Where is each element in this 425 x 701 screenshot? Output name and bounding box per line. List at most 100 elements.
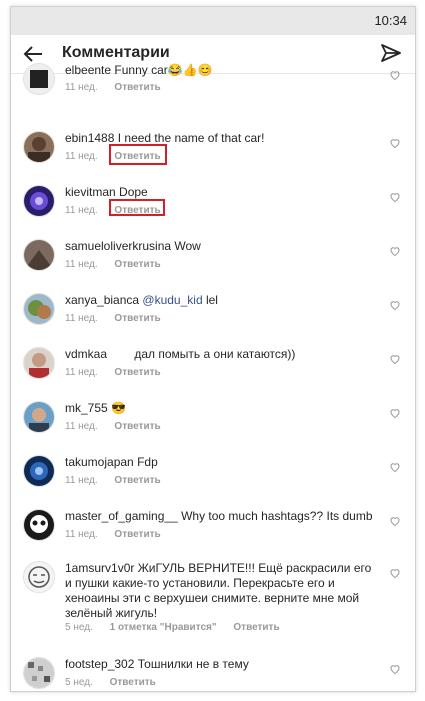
heart-icon[interactable] (389, 515, 401, 527)
heart-icon[interactable] (389, 407, 401, 419)
status-time: 10:34 (374, 13, 407, 28)
reply-button[interactable]: Ответить (114, 367, 160, 378)
avatar[interactable] (23, 63, 55, 95)
comment-meta: 11 нед. Ответить (65, 529, 175, 540)
heart-icon[interactable] (389, 663, 401, 675)
comment-age: 11 нед. (65, 259, 98, 270)
comment-body: Why too much hashtags?? Its dumb (181, 509, 373, 523)
heart-icon[interactable] (389, 353, 401, 365)
heart-icon[interactable] (389, 245, 401, 257)
avatar[interactable] (23, 131, 55, 163)
status-bar: 10:34 (11, 7, 415, 35)
avatar[interactable] (23, 561, 55, 593)
comment-text: 1amsurv1v0r ЖиГУЛЬ ВЕРНИТЕ!!! Ещё раскра… (65, 561, 375, 621)
reply-button[interactable]: Ответить (110, 677, 156, 688)
comment-age: 11 нед. (65, 205, 98, 216)
comment-text: xanya_bianca @kudu_kid lel (65, 293, 375, 308)
comment-item: master_of_gaming__ Why too much hashtags… (11, 501, 415, 555)
username[interactable]: master_of_gaming__ (65, 509, 178, 523)
reply-button[interactable]: Ответить (233, 622, 279, 633)
comment-age: 11 нед. (65, 421, 98, 432)
highlight-box (109, 199, 165, 216)
send-icon[interactable] (379, 41, 403, 65)
username[interactable]: mk_755 (65, 401, 108, 415)
heart-icon[interactable] (389, 69, 401, 81)
comment-meta: 5 нед. Ответить (65, 677, 170, 688)
comment-age: 11 нед. (65, 151, 98, 162)
comment-text: takumojapan Fdp (65, 455, 375, 470)
comment-meta: 11 нед. Ответить (65, 259, 175, 270)
avatar[interactable] (23, 347, 55, 379)
comment-body: Fdp (137, 455, 158, 469)
username[interactable]: ebin1488 (65, 131, 114, 145)
avatar[interactable] (23, 185, 55, 217)
highlight-box (109, 144, 167, 165)
page-title: Комментарии (62, 44, 170, 61)
username[interactable]: xanya_bianca (65, 293, 139, 307)
username[interactable]: takumojapan (65, 455, 134, 469)
comment-body: дал помыть а они катаются)) (134, 347, 296, 361)
likes-count[interactable]: 1 отметка "Нравится" (110, 622, 217, 633)
username[interactable]: elbeente (65, 63, 111, 77)
avatar[interactable] (23, 509, 55, 541)
reply-button[interactable]: Ответить (114, 421, 160, 432)
comment-text: master_of_gaming__ Why too much hashtags… (65, 509, 375, 524)
comment-body: I need the name of that car! (117, 131, 265, 145)
comment-age: 11 нед. (65, 529, 98, 540)
reply-button[interactable]: Ответить (114, 529, 160, 540)
comment-meta: 11 нед. Ответить (65, 367, 175, 378)
username[interactable]: footstep_302 (65, 657, 134, 671)
comment-text: footstep_302 Тошнилки не в тему (65, 657, 375, 672)
heart-icon[interactable] (389, 191, 401, 203)
comment-text: elbeente Funny car😂👍😊 (65, 63, 375, 78)
comment-item: xanya_bianca @kudu_kid lel 11 нед. Ответ… (11, 285, 415, 339)
avatar[interactable] (23, 455, 55, 487)
heart-icon[interactable] (389, 137, 401, 149)
comment-item: elbeente Funny car😂👍😊 11 нед. Ответить (11, 63, 415, 117)
comment-body: Dope (119, 185, 148, 199)
avatar[interactable] (23, 239, 55, 271)
username[interactable]: 1amsurv1v0r (65, 561, 134, 575)
comment-text: samueloliverkrusina Wow (65, 239, 375, 254)
comment-item: kievitman Dope 11 нед. Ответить (11, 177, 415, 231)
reply-button[interactable]: Ответить (114, 259, 160, 270)
avatar[interactable] (23, 293, 55, 325)
heart-icon[interactable] (389, 461, 401, 473)
heart-icon[interactable] (389, 299, 401, 311)
comment-item: samueloliverkrusina Wow 11 нед. Ответить (11, 231, 415, 285)
heart-icon[interactable] (389, 567, 401, 579)
comments-list: elbeente Funny car😂👍😊 11 нед. Ответить e… (11, 63, 415, 691)
reply-button[interactable]: Ответить (114, 313, 160, 324)
avatar[interactable] (23, 401, 55, 433)
comment-meta: 11 нед. Ответить (65, 82, 175, 93)
comment-meta: 5 нед. 1 отметка "Нравится" Ответить (65, 622, 294, 633)
comment-body: Funny car😂👍😊 (114, 63, 213, 77)
comment-body: Wow (174, 239, 201, 253)
phone-frame: 10:34 Комментарии elbeente Funny car😂👍😊 … (10, 6, 416, 692)
comment-item: takumojapan Fdp 11 нед. Ответить (11, 447, 415, 501)
comment-text: mk_755 😎 (65, 401, 375, 416)
comment-age: 5 нед. (65, 622, 93, 633)
reply-button[interactable]: Ответить (114, 82, 160, 93)
comment-age: 11 нед. (65, 82, 98, 93)
comment-age: 11 нед. (65, 475, 98, 486)
comment-body: lel (205, 293, 218, 307)
comment-body: Тошнилки не в тему (137, 657, 249, 671)
username[interactable]: kievitman (65, 185, 116, 199)
comment-item: ebin1488 I need the name of that car! 11… (11, 123, 415, 177)
comment-meta: 11 нед. Ответить (65, 421, 175, 432)
comment-text: vdmkaa дал помыть а они катаются)) (65, 347, 375, 362)
mention-link[interactable]: @kudu_kid (142, 293, 202, 307)
comment-meta: 11 нед. Ответить (65, 475, 175, 486)
reply-button[interactable]: Ответить (114, 475, 160, 486)
comment-age: 5 нед. (65, 677, 93, 688)
comment-item: footstep_302 Тошнилки не в тему 5 нед. О… (11, 649, 415, 691)
avatar[interactable] (23, 657, 55, 689)
comment-item: 1amsurv1v0r ЖиГУЛЬ ВЕРНИТЕ!!! Ещё раскра… (11, 555, 415, 643)
comment-item: mk_755 😎 11 нед. Ответить (11, 393, 415, 447)
username[interactable]: vdmkaa (65, 347, 107, 361)
comment-body: 😎 (111, 401, 126, 415)
comment-item: vdmkaa дал помыть а они катаются)) 11 не… (11, 339, 415, 393)
comment-meta: 11 нед. Ответить (65, 313, 175, 324)
username[interactable]: samueloliverkrusina (65, 239, 171, 253)
